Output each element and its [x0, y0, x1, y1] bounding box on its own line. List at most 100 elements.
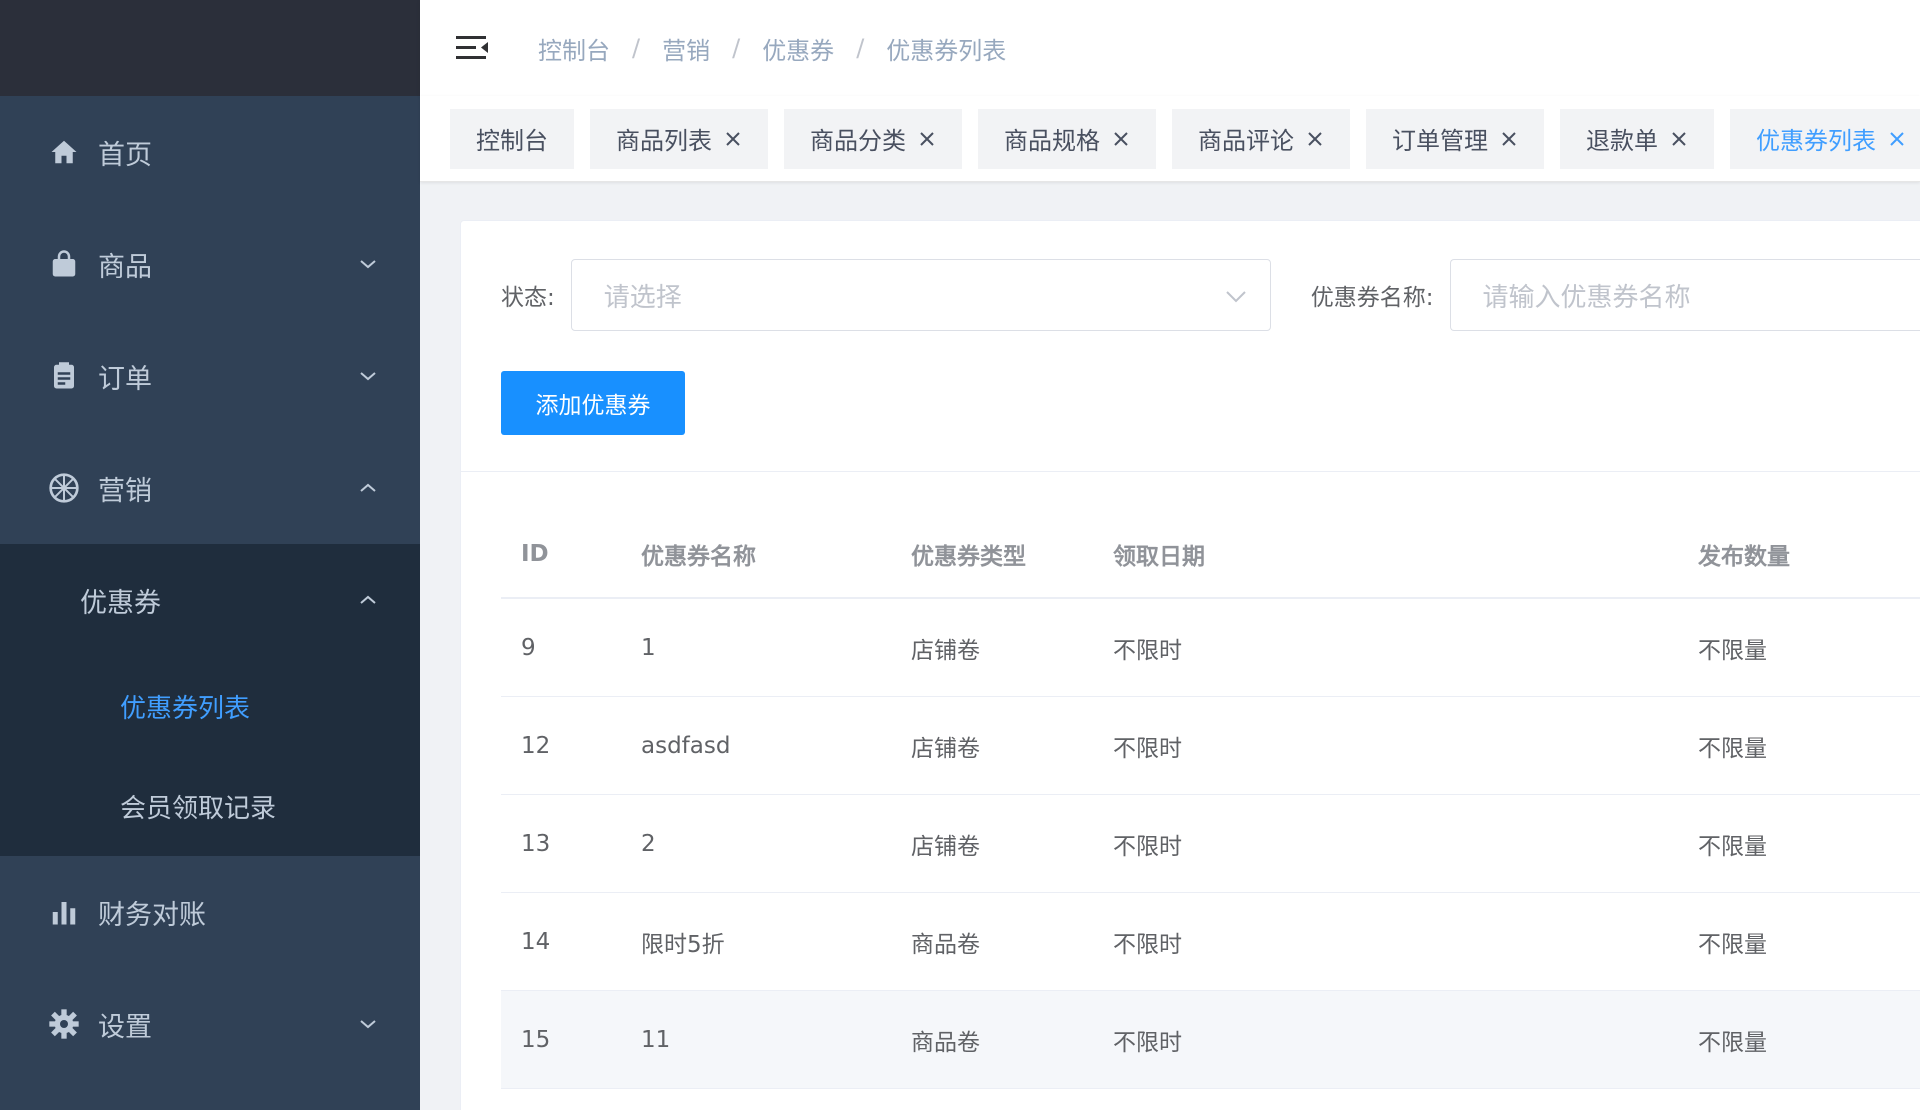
table-row[interactable]: 12 asdfasd 店铺卷 不限时 不限量: [501, 697, 1920, 795]
column-header-id: ID: [521, 541, 549, 567]
sidebar-item-settings[interactable]: 设置: [0, 968, 420, 1080]
tag-dashboard[interactable]: 控制台: [450, 108, 574, 169]
sidebar: 首页 商品 订单 营销 优惠券 优惠券列表 会员领取记录 财务对账 设置: [0, 0, 420, 1110]
close-icon[interactable]: [1112, 130, 1130, 148]
sidebar-item-label: 订单: [98, 363, 152, 395]
status-select[interactable]: 请选择: [570, 259, 1271, 331]
coupon-name-input[interactable]: 请输入优惠券名称: [1449, 259, 1920, 331]
tag-label: 商品列表: [616, 127, 712, 155]
breadcrumb-separator: /: [856, 34, 865, 62]
column-header-coupon-name: 优惠券名称: [641, 544, 756, 570]
tag-goods-review[interactable]: 商品评论: [1172, 108, 1350, 169]
cell-issue-quantity: 不限量: [1698, 931, 1767, 958]
marketing-submenu: 优惠券 优惠券列表 会员领取记录: [0, 544, 420, 856]
tag-label: 商品规格: [1004, 127, 1100, 155]
sidebar-item-finance[interactable]: 财务对账: [0, 856, 420, 968]
chevron-down-icon: [360, 1020, 376, 1029]
tag-label: 商品评论: [1198, 127, 1294, 155]
breadcrumb-item-coupon[interactable]: 优惠券: [762, 31, 834, 66]
sidebar-item-coupon-list[interactable]: 优惠券列表: [0, 656, 420, 756]
sidebar-item-marketing[interactable]: 营销: [0, 432, 420, 544]
cell-issue-quantity: 不限量: [1698, 833, 1767, 860]
cell-coupon-type: 店铺卷: [911, 735, 980, 762]
column-header-coupon-type: 优惠券类型: [911, 544, 1026, 570]
cell-id: 9: [521, 634, 536, 661]
cell-coupon-name: 2: [641, 830, 656, 857]
chevron-up-icon: [360, 483, 376, 492]
close-icon[interactable]: [1888, 130, 1906, 148]
cell-id: 13: [521, 830, 551, 857]
chevron-down-icon: [360, 260, 376, 269]
sidebar-item-label: 会员领取记录: [120, 793, 277, 824]
table-row[interactable]: 9 1 店铺卷 不限时 不限量: [501, 599, 1920, 697]
tag-goods-spec[interactable]: 商品规格: [978, 108, 1156, 169]
breadcrumb-item-dashboard[interactable]: 控制台: [538, 31, 610, 66]
column-header-issue-quantity: 发布数量: [1698, 544, 1790, 570]
tags-view: 控制台 商品列表 商品分类 商品规格 商品评论 订单管理 退款单 优惠券列表: [420, 96, 1920, 182]
tag-coupon-list[interactable]: 优惠券列表: [1730, 108, 1920, 169]
table-header-row: ID 优惠券名称 优惠券类型 领取日期 发布数量: [501, 511, 1920, 599]
cell-coupon-type: 店铺卷: [911, 833, 980, 860]
cell-coupon-name: asdfasd: [641, 732, 731, 759]
cell-coupon-type: 商品卷: [911, 1029, 980, 1056]
sidebar-item-label: 优惠券: [80, 587, 161, 619]
coupon-table: ID 优惠券名称 优惠券类型 领取日期 发布数量 9 1 店铺卷 不限时 不限量…: [501, 511, 1920, 1089]
chevron-down-icon: [360, 372, 376, 381]
cell-issue-quantity: 不限量: [1698, 735, 1767, 762]
filter-form: 状态: 请选择 优惠券名称: 请输入优惠券名称: [501, 259, 1920, 331]
close-icon[interactable]: [724, 130, 742, 148]
sidebar-item-goods[interactable]: 商品: [0, 208, 420, 320]
sidebar-item-home[interactable]: 首页: [0, 96, 420, 208]
sidebar-item-coupon[interactable]: 优惠券: [0, 544, 420, 656]
close-icon[interactable]: [1306, 130, 1324, 148]
bag-icon: [48, 248, 80, 280]
cell-coupon-name: 限时5折: [641, 931, 725, 958]
cell-issue-quantity: 不限量: [1698, 637, 1767, 664]
cell-claim-date: 不限时: [1113, 1029, 1182, 1056]
sidebar-item-label: 营销: [98, 475, 152, 507]
table-row[interactable]: 14 限时5折 商品卷 不限时 不限量: [501, 893, 1920, 991]
close-icon[interactable]: [918, 130, 936, 148]
cell-claim-date: 不限时: [1113, 833, 1182, 860]
breadcrumb-separator: /: [632, 34, 641, 62]
cell-claim-date: 不限时: [1113, 637, 1182, 664]
tag-order-manage[interactable]: 订单管理: [1366, 108, 1544, 169]
cell-issue-quantity: 不限量: [1698, 1029, 1767, 1056]
cell-coupon-type: 商品卷: [911, 931, 980, 958]
navbar: 控制台 / 营销 / 优惠券 / 优惠券列表: [420, 0, 1920, 96]
tag-refund[interactable]: 退款单: [1560, 108, 1714, 169]
sidebar-item-orders[interactable]: 订单: [0, 320, 420, 432]
chevron-down-icon: [1226, 291, 1246, 303]
breadcrumb: 控制台 / 营销 / 优惠券 / 优惠券列表: [538, 31, 1006, 66]
cell-id: 15: [521, 1026, 551, 1053]
cell-id: 12: [521, 732, 551, 759]
add-coupon-button[interactable]: 添加优惠券: [501, 371, 685, 435]
sidebar-item-label: 财务对账: [98, 899, 206, 931]
tag-goods-category[interactable]: 商品分类: [784, 108, 962, 169]
column-header-claim-date: 领取日期: [1113, 544, 1205, 570]
cell-claim-date: 不限时: [1113, 931, 1182, 958]
coupon-list-card: 状态: 请选择 优惠券名称: 请输入优惠券名称 添加优惠券 ID 优惠券名称 优…: [460, 220, 1920, 1110]
table-row[interactable]: 13 2 店铺卷 不限时 不限量: [501, 795, 1920, 893]
tag-label: 优惠券列表: [1756, 127, 1876, 155]
coupon-name-placeholder: 请输入优惠券名称: [1482, 282, 1691, 313]
hamburger-menu-icon[interactable]: [454, 30, 490, 66]
cell-coupon-name: 11: [641, 1026, 671, 1053]
cell-coupon-name: 1: [641, 634, 656, 661]
status-select-placeholder: 请选择: [603, 282, 682, 313]
sidebar-item-label: 商品: [98, 251, 152, 283]
cell-coupon-type: 店铺卷: [911, 637, 980, 664]
close-icon[interactable]: [1670, 130, 1688, 148]
home-icon: [48, 136, 80, 168]
coupon-name-label: 优惠券名称:: [1310, 285, 1434, 311]
sidebar-item-label: 设置: [98, 1011, 152, 1043]
close-icon[interactable]: [1500, 130, 1518, 148]
sidebar-logo-area: [0, 0, 420, 96]
table-row[interactable]: 15 11 商品卷 不限时 不限量: [501, 991, 1920, 1089]
sidebar-item-member-claim-record[interactable]: 会员领取记录: [0, 756, 420, 856]
tag-label: 控制台: [476, 127, 548, 155]
breadcrumb-item-marketing[interactable]: 营销: [662, 31, 710, 66]
tag-goods-list[interactable]: 商品列表: [590, 108, 768, 169]
breadcrumb-item-coupon-list: 优惠券列表: [886, 36, 1007, 65]
gear-icon: [48, 1008, 80, 1040]
